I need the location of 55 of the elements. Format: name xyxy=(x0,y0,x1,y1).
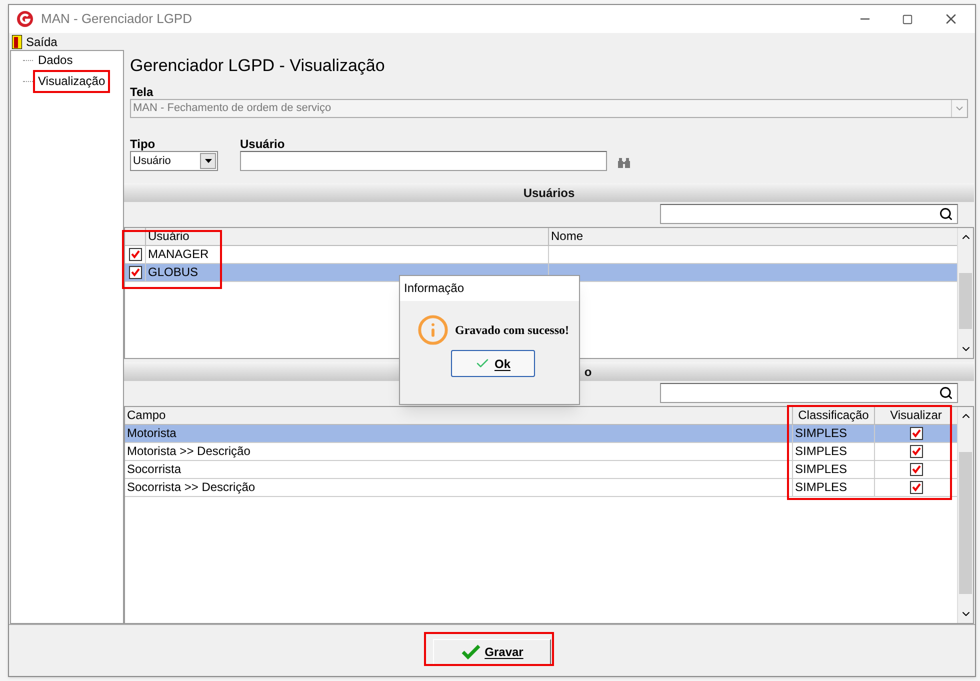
table-cell: Motorista >> Descrição xyxy=(125,443,793,460)
section-title: Usuários xyxy=(523,184,575,202)
user-row[interactable]: GLOBUS xyxy=(125,264,957,282)
table-cell: SIMPLES xyxy=(793,461,875,478)
field-row[interactable]: Motorista SIMPLES xyxy=(125,425,957,443)
column-header[interactable]: Visualizar xyxy=(875,407,957,424)
table-cell: MANAGER xyxy=(146,246,549,263)
page-heading: Gerenciador LGPD - Visualização xyxy=(130,55,386,77)
tree-item[interactable]: Dados xyxy=(33,51,78,70)
field-label: Tipo xyxy=(130,136,156,150)
table-cell: Socorrista xyxy=(125,461,793,478)
scrollbar[interactable] xyxy=(957,407,973,623)
info-icon xyxy=(417,314,449,346)
window-title: MAN - Gerenciador LGPD xyxy=(41,10,192,28)
search-field[interactable] xyxy=(660,204,958,224)
dialog-title: Informação xyxy=(400,276,579,301)
table-cell: SIMPLES xyxy=(793,425,875,442)
checkmark-icon xyxy=(460,644,481,660)
menu-item[interactable]: Saída xyxy=(26,32,58,50)
column-header[interactable]: Classificação xyxy=(793,407,875,424)
exit-door-icon xyxy=(12,34,22,48)
column-header[interactable]: Usuário xyxy=(146,228,549,245)
checkbox[interactable] xyxy=(128,248,142,261)
table-cell: Socorrista >> Descrição xyxy=(125,479,793,496)
checkbox[interactable] xyxy=(910,445,922,458)
dialog-message: Gravado com sucesso! xyxy=(455,322,569,339)
search-icon[interactable] xyxy=(939,207,953,221)
checkbox[interactable] xyxy=(910,427,922,440)
column-header[interactable]: Nome xyxy=(549,228,957,245)
tree-item[interactable]: Visualização xyxy=(33,70,110,93)
table-cell: Motorista xyxy=(125,425,793,442)
table-cell: SIMPLES xyxy=(793,479,875,496)
user-input-field[interactable] xyxy=(240,151,607,171)
checkbox[interactable] xyxy=(128,266,142,279)
column-header[interactable]: Campo xyxy=(125,407,793,424)
ok-button[interactable]: Ok xyxy=(451,350,535,377)
save-button[interactable]: Gravar xyxy=(433,638,551,664)
checkbox[interactable] xyxy=(910,463,922,476)
maximize-icon[interactable] xyxy=(902,14,913,24)
field-row[interactable]: Socorrista >> Descrição SIMPLES xyxy=(125,479,957,497)
search-field[interactable] xyxy=(660,383,958,403)
user-row[interactable]: MANAGER xyxy=(125,246,957,264)
app-logo-icon xyxy=(17,11,33,27)
type-dropdown[interactable]: Usuário xyxy=(130,151,218,171)
caret-icon xyxy=(204,159,212,163)
field-label: Tela xyxy=(130,84,154,98)
field-row[interactable]: Socorrista SIMPLES xyxy=(125,461,957,479)
section-title: o xyxy=(584,364,592,380)
scrollbar[interactable] xyxy=(957,228,973,358)
table-cell: SIMPLES xyxy=(793,443,875,460)
field-label: Usuário xyxy=(240,136,286,150)
checkbox[interactable] xyxy=(910,481,922,494)
field-row[interactable]: Motorista >> Descrição SIMPLES xyxy=(125,443,957,461)
search-icon[interactable] xyxy=(939,386,953,400)
binoculars-icon[interactable] xyxy=(618,158,630,168)
